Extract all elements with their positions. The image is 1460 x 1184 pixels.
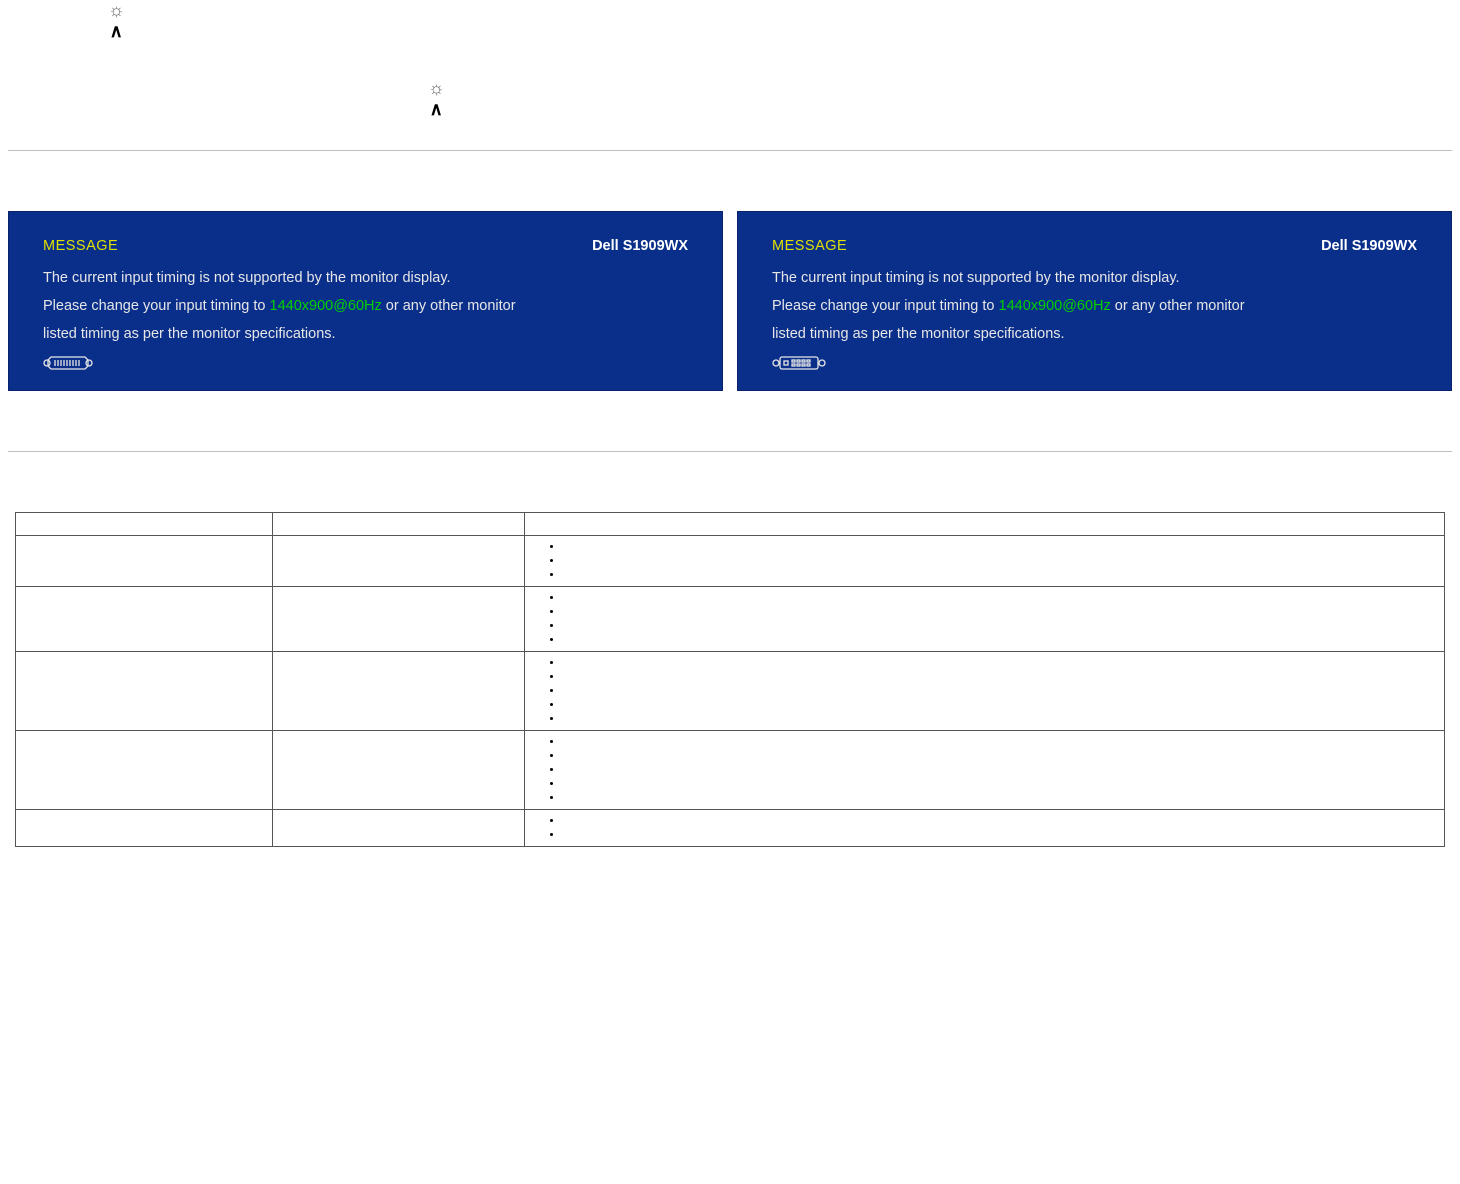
list-item: [563, 540, 1436, 554]
list-item: [563, 670, 1436, 684]
table-row: [16, 731, 1445, 810]
table-header-row: [16, 513, 1445, 536]
caret-up-icon: ∧: [428, 99, 445, 120]
brightness-sun-icon: ☼: [428, 78, 445, 99]
osd-line1: The current input timing is not supporte…: [772, 264, 1417, 292]
table-cell: [525, 652, 1445, 731]
list-item: [563, 633, 1436, 647]
osd-message-vga: MESSAGE Dell S1909WX The current input t…: [8, 211, 723, 391]
osd-line2-post: or any other monitor: [382, 298, 516, 314]
table-cell: [16, 731, 273, 810]
table-cell: [16, 652, 273, 731]
list-item: [563, 791, 1436, 805]
osd-line3: listed timing as per the monitor specifi…: [43, 320, 688, 348]
brightness-icon-group-1: ☼ ∧: [108, 0, 125, 42]
list-item: [563, 712, 1436, 726]
list-item: [563, 591, 1436, 605]
list-item: [563, 698, 1436, 712]
osd-line3: listed timing as per the monitor specifi…: [772, 320, 1417, 348]
table-header-1: [16, 513, 273, 536]
table-row: [16, 587, 1445, 652]
osd-model: Dell S1909WX: [592, 232, 688, 260]
table-cell: [273, 810, 525, 847]
table-cell: [273, 536, 525, 587]
list-item: [563, 619, 1436, 633]
list-item: [563, 814, 1436, 828]
table-header-3: [525, 513, 1445, 536]
vga-port-icon: [43, 354, 688, 372]
table-cell: [525, 536, 1445, 587]
table-cell: [273, 587, 525, 652]
list-item: [563, 554, 1436, 568]
osd-line2-post: or any other monitor: [1111, 298, 1245, 314]
brightness-sun-icon: ☼: [108, 0, 125, 21]
osd-title: MESSAGE: [43, 232, 118, 260]
dvi-port-icon: [772, 354, 1417, 372]
osd-model: Dell S1909WX: [1321, 232, 1417, 260]
table-cell: [273, 652, 525, 731]
table-cell: [525, 731, 1445, 810]
list-item: [563, 684, 1436, 698]
osd-line2: Please change your input timing to 1440x…: [43, 292, 688, 320]
section-divider: [8, 451, 1452, 452]
table-cell: [525, 810, 1445, 847]
list-item: [563, 828, 1436, 842]
list-item: [563, 605, 1436, 619]
osd-title: MESSAGE: [772, 232, 847, 260]
osd-resolution-highlight: 1440x900@60Hz: [999, 298, 1111, 314]
list-item: [563, 763, 1436, 777]
table-header-2: [273, 513, 525, 536]
brightness-shortcut-icons: ☼ ∧ ☼ ∧: [8, 0, 1452, 120]
list-item: [563, 568, 1436, 582]
list-item: [563, 735, 1436, 749]
table-row: [16, 536, 1445, 587]
resolution-table: [15, 512, 1445, 847]
list-item: [563, 777, 1436, 791]
osd-line2-pre: Please change your input timing to: [43, 298, 270, 314]
table-cell: [16, 587, 273, 652]
table-cell: [273, 731, 525, 810]
section-divider: [8, 150, 1452, 151]
caret-up-icon: ∧: [108, 21, 125, 42]
osd-line2-pre: Please change your input timing to: [772, 298, 999, 314]
list-item: [563, 656, 1436, 670]
brightness-icon-group-2: ☼ ∧: [428, 78, 445, 120]
osd-line1: The current input timing is not supporte…: [43, 264, 688, 292]
table-row: [16, 652, 1445, 731]
osd-resolution-highlight: 1440x900@60Hz: [270, 298, 382, 314]
osd-line2: Please change your input timing to 1440x…: [772, 292, 1417, 320]
osd-message-row: MESSAGE Dell S1909WX The current input t…: [8, 211, 1452, 391]
list-item: [563, 749, 1436, 763]
osd-message-dvi: MESSAGE Dell S1909WX The current input t…: [737, 211, 1452, 391]
table-cell: [525, 587, 1445, 652]
table-cell: [16, 536, 273, 587]
table-row: [16, 810, 1445, 847]
table-cell: [16, 810, 273, 847]
